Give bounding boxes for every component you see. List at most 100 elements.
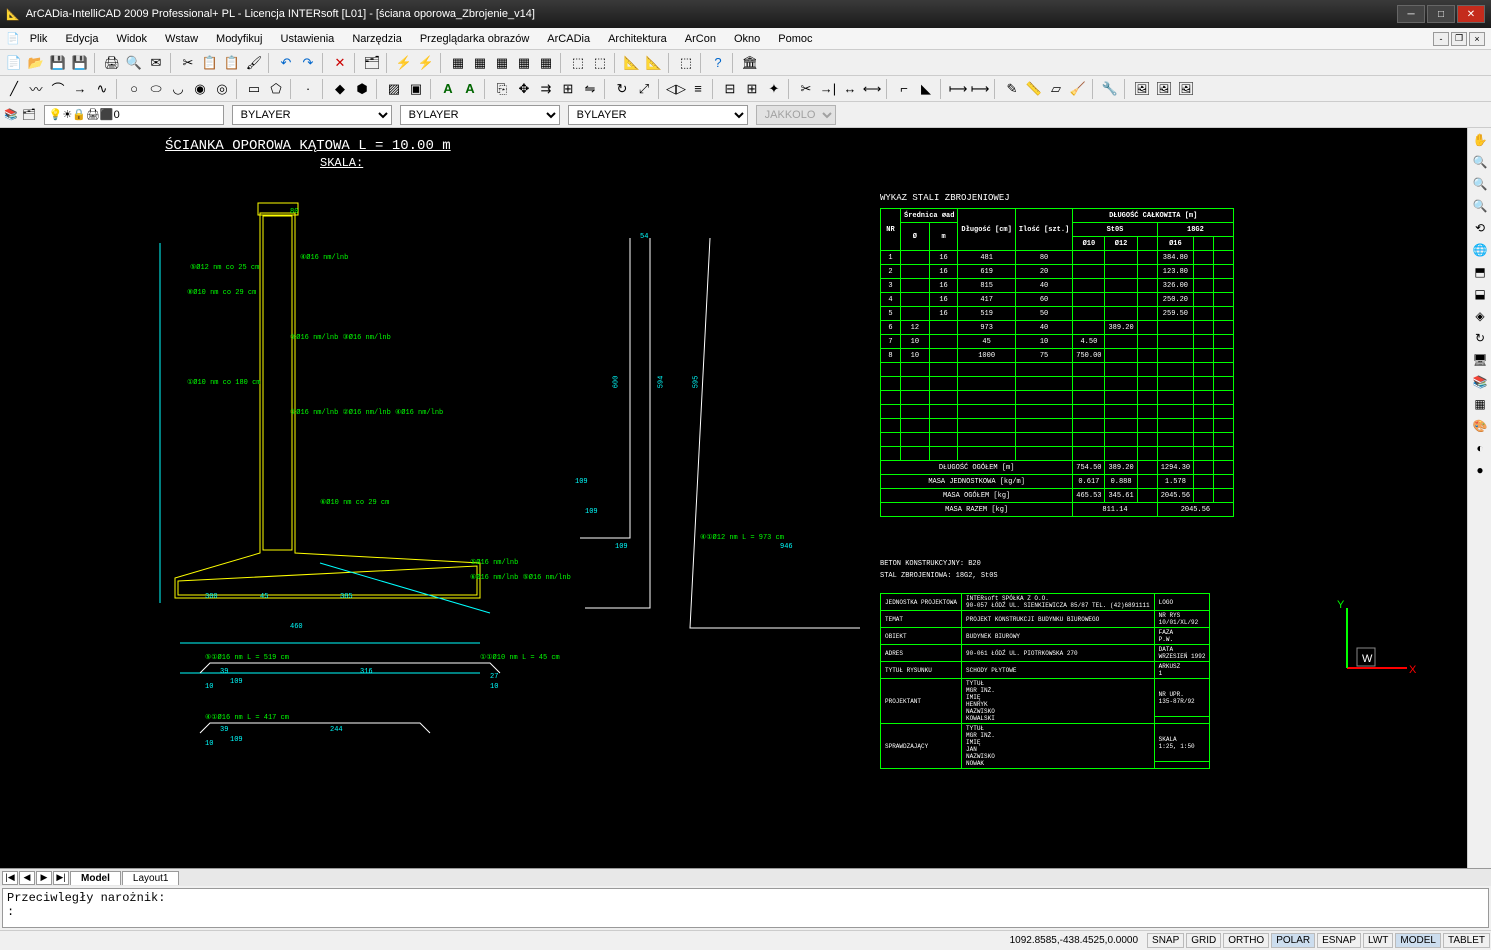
edit-icon[interactable]: ✎: [1002, 79, 1022, 99]
script-icon[interactable]: ⚡: [416, 53, 436, 73]
move-icon[interactable]: ✥: [514, 79, 534, 99]
render-icon[interactable]: 🎨: [1470, 416, 1490, 436]
ray-icon[interactable]: →: [70, 79, 90, 99]
mdi-minimize[interactable]: -: [1433, 32, 1449, 46]
zoom-win-icon[interactable]: 🔍: [1470, 174, 1490, 194]
break-icon[interactable]: ⊟: [720, 79, 740, 99]
new-icon[interactable]: 📄: [4, 53, 24, 73]
menu-okno[interactable]: Okno: [726, 31, 768, 47]
tab-prev[interactable]: ◀: [19, 871, 35, 885]
pline-icon[interactable]: 〰: [26, 79, 46, 99]
vp-icon[interactable]: ▦: [1470, 394, 1490, 414]
menu-arcadia[interactable]: ArCADia: [539, 31, 598, 47]
copy2-icon[interactable]: ⎘: [492, 79, 512, 99]
help-icon[interactable]: ?: [708, 53, 728, 73]
circle-icon[interactable]: ○: [124, 79, 144, 99]
hide-icon[interactable]: ◐: [1470, 438, 1490, 458]
print-icon[interactable]: 🖨: [102, 53, 122, 73]
linetype-combo[interactable]: BYLAYER: [232, 105, 392, 125]
tool2-icon[interactable]: ▦: [470, 53, 490, 73]
mirror-icon[interactable]: ⇋: [580, 79, 600, 99]
menu-pomoc[interactable]: Pomoc: [770, 31, 820, 47]
3dorbit-icon[interactable]: 🌐: [1470, 240, 1490, 260]
layer-icon[interactable]: 📚: [4, 108, 18, 121]
tab-layout1[interactable]: Layout1: [122, 871, 180, 885]
color-combo[interactable]: JAKKOLOR: [756, 105, 836, 125]
view-front-icon[interactable]: ⬓: [1470, 284, 1490, 304]
menu-przegladarka[interactable]: Przeglądarka obrazów: [412, 31, 537, 47]
paste-icon[interactable]: 📋: [222, 53, 242, 73]
menu-architektura[interactable]: Architektura: [600, 31, 675, 47]
tab-first[interactable]: |◀: [2, 871, 18, 885]
menu-widok[interactable]: Widok: [108, 31, 155, 47]
hatch-icon[interactable]: ▨: [384, 79, 404, 99]
match-icon[interactable]: 🖌: [244, 53, 264, 73]
toggle-polar[interactable]: POLAR: [1271, 933, 1315, 948]
tool-a-icon[interactable]: 🔧: [1100, 79, 1120, 99]
menu-edycja[interactable]: Edycja: [57, 31, 106, 47]
solid-icon[interactable]: ◆: [330, 79, 350, 99]
logo-icon[interactable]: 🏛: [740, 53, 760, 73]
arc2-icon[interactable]: 📐: [644, 53, 664, 73]
menu-ustawienia[interactable]: Ustawienia: [273, 31, 343, 47]
mail-icon[interactable]: ✉: [146, 53, 166, 73]
tab-next[interactable]: ▶: [36, 871, 52, 885]
menu-arcon[interactable]: ArCon: [677, 31, 724, 47]
measure-icon[interactable]: 📏: [1024, 79, 1044, 99]
ring-icon[interactable]: ◎: [212, 79, 232, 99]
area-icon[interactable]: ▱: [1046, 79, 1066, 99]
coordinates[interactable]: 1092.8585,-438.4525,0.0000: [1002, 935, 1146, 946]
stretch-icon[interactable]: ↔: [840, 79, 860, 99]
regen-icon[interactable]: ↻: [1470, 328, 1490, 348]
close-button[interactable]: ✕: [1457, 5, 1485, 23]
toggle-lwt[interactable]: LWT: [1363, 933, 1393, 948]
tool4-icon[interactable]: ▦: [514, 53, 534, 73]
line-icon[interactable]: ╱: [4, 79, 24, 99]
zoom-prev-icon[interactable]: ⟲: [1470, 218, 1490, 238]
lineweight-combo[interactable]: BYLAYER: [400, 105, 560, 125]
layer-state[interactable]: 💡☀🔒🖨⬛ 0: [44, 105, 224, 125]
shade-icon[interactable]: ●: [1470, 460, 1490, 480]
mirr-icon[interactable]: ◁▷: [666, 79, 686, 99]
menu-narzedzia[interactable]: Narzędzia: [344, 31, 410, 47]
zoom-rt-icon[interactable]: 🔍: [1470, 152, 1490, 172]
drawing-canvas[interactable]: ŚCIANKA OPOROWA KĄTOWA L = 10.00 m SKALA…: [0, 128, 1467, 868]
view-top-icon[interactable]: ⬒: [1470, 262, 1490, 282]
view1-icon[interactable]: ⬚: [568, 53, 588, 73]
poly-icon[interactable]: ⬠: [266, 79, 286, 99]
mdi-close[interactable]: ×: [1469, 32, 1485, 46]
3d-icon[interactable]: ⬢: [352, 79, 372, 99]
img2-icon[interactable]: 🖼: [1154, 79, 1174, 99]
minimize-button[interactable]: ─: [1397, 5, 1425, 23]
saveall-icon[interactable]: 💾: [70, 53, 90, 73]
toggle-esnap[interactable]: ESNAP: [1317, 933, 1361, 948]
toggle-grid[interactable]: GRID: [1186, 933, 1221, 948]
menu-plik[interactable]: Plik: [22, 31, 56, 47]
undo-icon[interactable]: ↶: [276, 53, 296, 73]
tool5-icon[interactable]: ▦: [536, 53, 556, 73]
save-icon[interactable]: 💾: [48, 53, 68, 73]
clean-icon[interactable]: 🧹: [1068, 79, 1088, 99]
open-icon[interactable]: 📂: [26, 53, 46, 73]
fillet-icon[interactable]: ⌐: [894, 79, 914, 99]
explorer-icon[interactable]: 🗂: [362, 53, 382, 73]
cut-icon[interactable]: ✂: [178, 53, 198, 73]
lengthen-icon[interactable]: ⟷: [862, 79, 882, 99]
align-icon[interactable]: ≡: [688, 79, 708, 99]
redraw-icon[interactable]: 🖥: [1470, 350, 1490, 370]
menu-modyfikuj[interactable]: Modyfikuj: [208, 31, 270, 47]
rect-icon[interactable]: ▭: [244, 79, 264, 99]
command-line[interactable]: Przeciwległy narożnik: :: [2, 888, 1489, 928]
tab-model[interactable]: Model: [70, 871, 121, 885]
delete-icon[interactable]: ✕: [330, 53, 350, 73]
spline-icon[interactable]: ∿: [92, 79, 112, 99]
extend-icon[interactable]: →|: [818, 79, 838, 99]
toggle-ortho[interactable]: ORTHO: [1223, 933, 1269, 948]
explode-icon[interactable]: ✦: [764, 79, 784, 99]
rotate-icon[interactable]: ↻: [612, 79, 632, 99]
point-icon[interactable]: ·: [298, 79, 318, 99]
zoom-ext-icon[interactable]: 🔍: [1470, 196, 1490, 216]
img1-icon[interactable]: 🖼: [1132, 79, 1152, 99]
menu-wstaw[interactable]: Wstaw: [157, 31, 206, 47]
tool1-icon[interactable]: ▦: [448, 53, 468, 73]
